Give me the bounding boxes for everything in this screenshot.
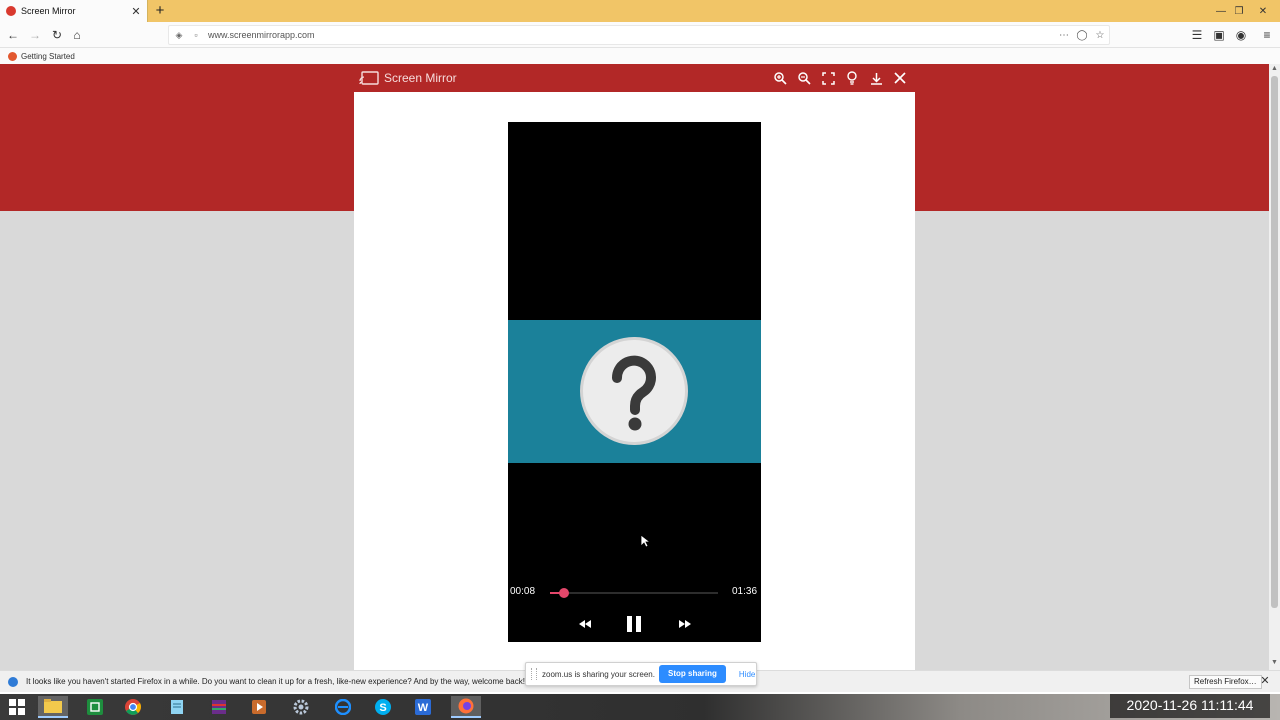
rewind-icon[interactable]	[578, 614, 592, 634]
word-icon[interactable]: W	[408, 696, 438, 718]
bookmark-star-icon[interactable]: ☆	[1091, 30, 1109, 41]
pause-button[interactable]	[624, 614, 644, 634]
seek-handle[interactable]	[558, 588, 569, 598]
edge-icon[interactable]	[328, 696, 358, 718]
windows-taskbar: S W 2020-11-26 11:11:44	[0, 694, 1280, 720]
chrome-icon[interactable]	[118, 696, 148, 718]
drag-handle-icon[interactable]	[531, 668, 537, 680]
new-tab-button[interactable]: +	[152, 2, 168, 20]
address-bar[interactable]: ◈ ▫ www.screenmirrorapp.com ⋯ ◯ ☆	[168, 25, 1110, 45]
bulb-icon[interactable]	[840, 68, 864, 88]
notification-close-icon[interactable]: ✕	[1258, 674, 1272, 688]
mouse-cursor-icon	[640, 534, 650, 548]
reload-icon[interactable]: ↻	[48, 26, 66, 44]
current-time: 00:08	[510, 586, 536, 597]
zoom-out-icon[interactable]	[792, 68, 816, 88]
stop-sharing-button[interactable]: Stop sharing	[659, 665, 726, 683]
info-shield-icon[interactable]: ◈	[172, 30, 186, 41]
screen-mirror-favicon-icon	[6, 6, 16, 16]
navigation-bar: ← → ↻ ⌂ ◈ ▫ www.screenmirrorapp.com ⋯ ◯ …	[0, 22, 1280, 48]
file-explorer-icon[interactable]	[38, 696, 68, 718]
window-close-icon[interactable]: ✕	[1252, 0, 1274, 22]
fast-forward-icon[interactable]	[678, 614, 692, 634]
skype-icon[interactable]: S	[368, 696, 398, 718]
cast-icon	[359, 71, 379, 85]
scroll-down-icon[interactable]: ▼	[1269, 659, 1280, 669]
viewer-title: Screen Mirror	[384, 71, 457, 85]
duration: 01:36	[732, 586, 758, 597]
tab-close-icon[interactable]: ✕	[129, 5, 143, 18]
sidebar-icon[interactable]: ▣	[1210, 26, 1228, 44]
hide-button[interactable]: Hide	[739, 670, 755, 679]
firefox-icon[interactable]	[451, 696, 481, 718]
bookmarks-toolbar: Getting Started	[0, 48, 1280, 64]
account-icon[interactable]: ◉	[1232, 26, 1250, 44]
page-scrollbar[interactable]: ▲ ▼	[1269, 64, 1280, 670]
winrar-icon[interactable]	[204, 696, 234, 718]
settings-icon[interactable]	[286, 696, 316, 718]
share-message: zoom.us is sharing your screen.	[542, 669, 655, 679]
bookmark-getting-started[interactable]: Getting Started	[21, 52, 75, 61]
system-clock[interactable]: 2020-11-26 11:11:44	[1110, 694, 1270, 718]
zoom-share-indicator: zoom.us is sharing your screen. Stop sha…	[525, 662, 757, 686]
back-icon[interactable]: ←	[4, 26, 22, 44]
refresh-firefox-button[interactable]: Refresh Firefox…	[1189, 675, 1262, 689]
close-icon[interactable]	[888, 68, 912, 88]
download-icon[interactable]	[864, 68, 888, 88]
seek-bar[interactable]	[550, 588, 718, 598]
restore-icon[interactable]: ❐	[1228, 0, 1250, 22]
sheets-icon[interactable]	[80, 696, 110, 718]
library-icon[interactable]: ☰	[1188, 26, 1206, 44]
viewer-header: Screen Mirror	[354, 64, 915, 92]
svg-text:W: W	[418, 702, 429, 714]
browser-tab[interactable]: Screen Mirror ✕	[0, 0, 148, 22]
mirrored-screen[interactable]: 00:08 01:36	[508, 122, 761, 642]
home-icon[interactable]: ⌂	[68, 26, 86, 44]
tab-title: Screen Mirror	[21, 6, 76, 16]
firefox-bookmark-icon	[8, 51, 17, 61]
pocket-icon[interactable]: ◯	[1073, 30, 1091, 41]
page-icon: ▫	[194, 30, 198, 40]
scroll-up-icon[interactable]: ▲	[1269, 65, 1280, 75]
start-icon[interactable]	[2, 696, 32, 718]
question-mark-icon	[580, 337, 688, 445]
fullscreen-icon[interactable]	[816, 68, 840, 88]
page-actions-icon[interactable]: ⋯	[1055, 30, 1073, 41]
notepad-icon[interactable]	[162, 696, 192, 718]
zoom-in-icon[interactable]	[768, 68, 792, 88]
forward-icon[interactable]: →	[26, 26, 44, 44]
info-icon	[8, 676, 18, 687]
url-text[interactable]: www.screenmirrorapp.com	[208, 30, 1055, 40]
video-band	[508, 320, 761, 463]
media-player-icon[interactable]	[244, 696, 274, 718]
scrollbar-thumb[interactable]	[1271, 76, 1278, 608]
menu-icon[interactable]: ≡	[1258, 26, 1276, 44]
tab-strip: Screen Mirror ✕ + — ❐ ✕	[0, 0, 1280, 22]
svg-text:S: S	[379, 702, 386, 714]
